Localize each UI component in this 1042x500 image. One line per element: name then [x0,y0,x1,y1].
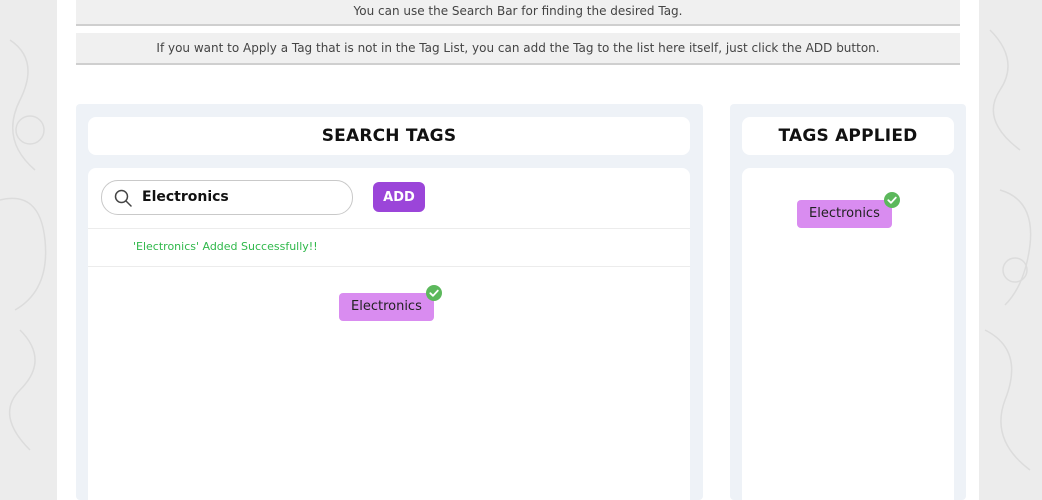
search-tags-body: ADD 'Electronics' Added Successfully!! E… [88,168,690,500]
success-message: 'Electronics' Added Successfully!! [133,240,318,253]
tags-applied-title: TAGS APPLIED [742,117,954,155]
applied-tag-electronics[interactable]: Electronics [797,192,900,228]
tag-chip-label: Electronics [351,299,422,314]
search-box[interactable] [101,180,353,215]
tags-applied-body: Electronics [742,168,954,500]
check-icon [883,192,900,208]
info-add-hint: If you want to Apply a Tag that is not i… [76,33,960,65]
check-icon [425,285,442,301]
search-input[interactable] [142,186,342,208]
tag-chip-electronics[interactable]: Electronics [339,285,442,321]
add-button[interactable]: ADD [373,182,425,212]
divider [88,228,690,229]
search-tags-title: SEARCH TAGS [88,117,690,155]
info-search-hint: You can use the Search Bar for finding t… [76,0,960,26]
tag-chip-label: Electronics [809,206,880,221]
search-icon [114,189,132,207]
search-tags-panel: SEARCH TAGS ADD 'Electronics' Added Succ… [76,104,703,500]
tags-applied-panel: TAGS APPLIED Electronics [730,104,966,500]
divider [88,266,690,267]
